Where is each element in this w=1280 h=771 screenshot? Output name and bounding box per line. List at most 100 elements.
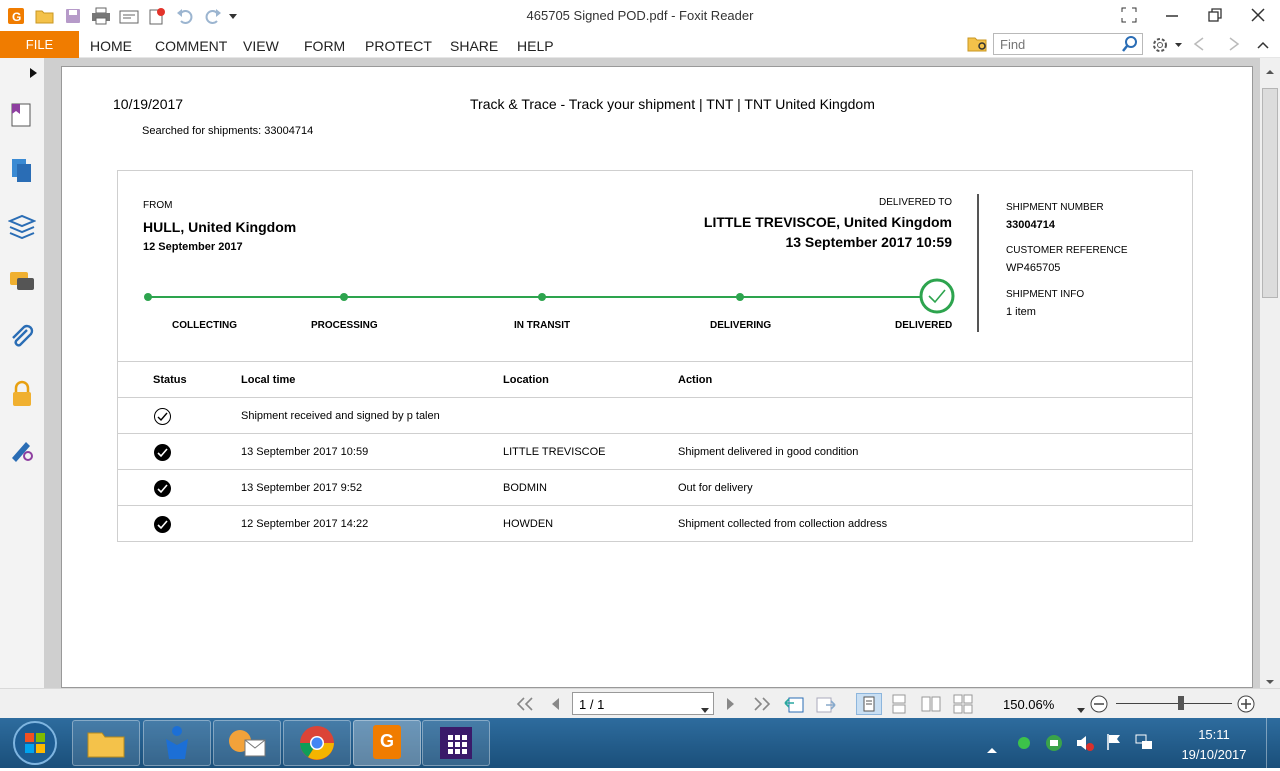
attachments-icon[interactable] [6, 322, 38, 354]
zoom-out-icon[interactable] [1089, 694, 1109, 719]
start-button[interactable] [8, 720, 62, 771]
layers-icon[interactable] [6, 210, 38, 242]
menu-form[interactable]: FORM [304, 38, 345, 54]
zoom-slider-thumb[interactable] [1178, 696, 1184, 710]
status-filled-check-icon [154, 516, 171, 533]
taskbar-chrome-icon[interactable] [283, 720, 351, 766]
collapse-ribbon-icon[interactable] [1256, 38, 1270, 56]
minimize-button[interactable] [1160, 4, 1184, 26]
title-bar: G 465705 Signed POD.pdf - Foxit Reader [0, 0, 1280, 31]
expand-panel-icon[interactable] [29, 66, 39, 84]
menu-protect[interactable]: PROTECT [365, 38, 432, 54]
step-in-transit: IN TRANSIT [514, 320, 571, 331]
zoom-level[interactable]: 150.06% [1003, 697, 1054, 712]
network-icon[interactable] [1134, 733, 1154, 756]
table-row: 12 September 2017 14:22 HOWDEN Shipment … [118, 505, 1193, 541]
window-title: 465705 Signed POD.pdf - Foxit Reader [526, 8, 754, 23]
pages-icon[interactable] [6, 154, 38, 186]
status-outline-check-icon [154, 408, 171, 425]
step-dot-collecting [144, 293, 152, 301]
page-number-field[interactable]: 1 / 1 [572, 692, 714, 715]
shipment-number-label: SHIPMENT NUMBER [1006, 202, 1104, 213]
customer-reference: WP465705 [1006, 262, 1061, 274]
taskbar-outlook-icon[interactable] [213, 720, 281, 766]
row-local-time: 13 September 2017 10:59 [241, 446, 369, 458]
settings-gear-icon[interactable] [1151, 35, 1183, 60]
comments-icon[interactable] [6, 266, 38, 298]
clock-date[interactable]: 19/10/2017 [1170, 747, 1258, 762]
search-icon[interactable] [1121, 35, 1139, 58]
find-field[interactable] [993, 33, 1143, 55]
chevron-down-icon[interactable] [701, 701, 709, 719]
menu-view[interactable]: VIEW [243, 38, 279, 54]
volume-muted-icon[interactable] [1075, 734, 1095, 757]
previous-view-icon[interactable] [783, 694, 805, 719]
previous-result-icon[interactable] [1192, 36, 1206, 57]
status-bar: 1 / 1 150.06% [0, 688, 1280, 718]
step-dot-processing [340, 293, 348, 301]
scrollbar-thumb[interactable] [1262, 88, 1278, 298]
zoom-in-icon[interactable] [1236, 694, 1256, 719]
first-page-icon[interactable] [515, 696, 535, 717]
step-delivering: DELIVERING [710, 320, 772, 331]
next-page-icon[interactable] [724, 696, 738, 717]
table-header-row: Status Local time Location Action [118, 361, 1193, 397]
menu-share[interactable]: SHARE [450, 38, 498, 54]
step-dot-delivering [736, 293, 744, 301]
taskbar-explorer-icon[interactable] [72, 720, 140, 766]
action-center-flag-icon[interactable] [1105, 733, 1123, 756]
file-menu-button[interactable]: FILE [0, 31, 79, 58]
step-dot-in-transit [538, 293, 546, 301]
find-folder-icon[interactable] [967, 34, 989, 59]
taskbar-app-grid-icon[interactable] [422, 720, 490, 766]
taskbar-foxit-icon[interactable]: G [353, 720, 421, 766]
step-collecting: COLLECTING [172, 320, 237, 331]
vertical-scrollbar[interactable] [1260, 58, 1280, 688]
document-header-title: Track & Trace - Track your shipment | TN… [470, 96, 875, 112]
clock-time[interactable]: 15:11 [1170, 727, 1258, 742]
page-number-value: 1 / 1 [579, 697, 605, 712]
single-page-view-button[interactable] [856, 693, 882, 715]
delivered-check-icon [919, 278, 955, 319]
delivered-place: LITTLE TREVISCOE, United Kingdom [703, 214, 952, 230]
from-place: HULL, United Kingdom [143, 219, 297, 235]
facing-view-icon[interactable] [920, 694, 942, 719]
zoom-dropdown-icon[interactable] [1077, 701, 1085, 719]
info-divider [977, 194, 979, 332]
from-label: FROM [143, 200, 173, 211]
continuous-view-icon[interactable] [889, 694, 909, 719]
row-local-time: Shipment received and signed by p talen [241, 410, 440, 422]
continuous-facing-view-icon[interactable] [952, 694, 974, 719]
tray-sync-icon[interactable] [1044, 734, 1064, 757]
row-action: Shipment collected from collection addre… [678, 518, 888, 530]
scroll-up-icon[interactable] [1265, 62, 1275, 80]
fullscreen-icon[interactable] [1117, 4, 1141, 26]
zoom-slider-track[interactable] [1116, 703, 1232, 704]
menu-help[interactable]: HELP [517, 38, 554, 54]
shipment-number: 33004714 [1006, 219, 1055, 231]
windows-taskbar: G 15:11 19/10/2017 [0, 718, 1280, 768]
find-input[interactable] [994, 34, 1114, 54]
shipment-info: 1 item [1006, 306, 1036, 318]
show-desktop-button[interactable] [1266, 718, 1280, 768]
next-result-icon[interactable] [1227, 36, 1241, 57]
row-local-time: 13 September 2017 9:52 [241, 482, 363, 494]
show-hidden-icons-icon[interactable] [987, 740, 997, 758]
menu-comment[interactable]: COMMENT [155, 38, 227, 54]
tray-status-icon[interactable] [1017, 736, 1031, 755]
taskbar-jira-icon[interactable] [143, 720, 211, 766]
header-local-time: Local time [241, 374, 296, 386]
searched-shipments: Searched for shipments: 33004714 [142, 125, 314, 137]
close-button[interactable] [1246, 4, 1270, 26]
menu-home[interactable]: HOME [90, 38, 132, 54]
next-view-icon[interactable] [815, 694, 837, 719]
last-page-icon[interactable] [752, 696, 772, 717]
row-location: LITTLE TREVISCOE [503, 446, 606, 458]
security-lock-icon[interactable] [6, 378, 38, 410]
restore-button[interactable] [1203, 4, 1227, 26]
row-action: Shipment delivered in good condition [678, 446, 859, 458]
signature-icon[interactable] [6, 434, 38, 466]
status-filled-check-icon [154, 444, 171, 461]
bookmark-icon[interactable] [6, 98, 38, 130]
previous-page-icon[interactable] [548, 696, 562, 717]
